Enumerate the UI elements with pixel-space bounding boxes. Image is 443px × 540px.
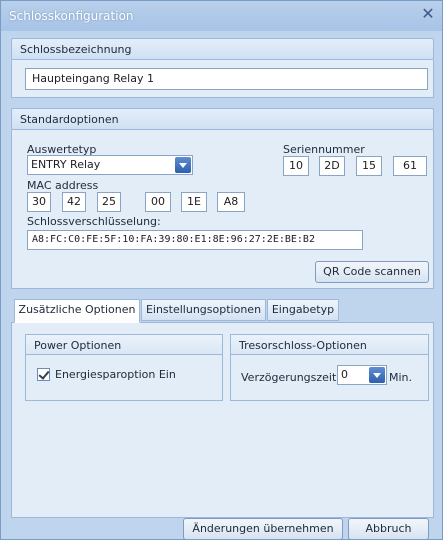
dialog-window: Schlosskonfiguration ✕ Schlossbezeichnun… bbox=[0, 0, 443, 540]
serial-byte[interactable]: 61 bbox=[393, 156, 427, 176]
mac-byte[interactable]: 25 bbox=[97, 192, 121, 212]
apply-changes-button[interactable]: Änderungen übernehmen bbox=[183, 518, 343, 540]
safe-options-group: Tresorschloss-Optionen bbox=[230, 334, 429, 401]
serial-byte[interactable]: 15 bbox=[356, 156, 382, 176]
delay-unit: Min. bbox=[389, 371, 413, 384]
mac-byte[interactable]: A8 bbox=[217, 192, 245, 212]
energy-save-label: Energiesparoption Ein bbox=[55, 368, 176, 381]
encryption-key-input[interactable]: A8:FC:C0:FE:5F:10:FA:39:80:E1:8E:96:27:2… bbox=[27, 230, 363, 250]
evaluation-type-value: ENTRY Relay bbox=[31, 158, 101, 171]
title-bar[interactable]: Schlosskonfiguration ✕ bbox=[1, 1, 442, 31]
close-icon[interactable]: ✕ bbox=[420, 6, 436, 22]
tab-settings-options[interactable]: Einstellungsoptionen bbox=[141, 299, 266, 321]
mac-byte[interactable]: 1E bbox=[181, 192, 207, 212]
window-title: Schlosskonfiguration bbox=[9, 9, 134, 23]
tab-additional-options[interactable]: Zusätzliche Optionen bbox=[14, 299, 140, 323]
evaluation-type-dropdown[interactable]: ENTRY Relay bbox=[27, 155, 193, 175]
mac-byte[interactable]: 00 bbox=[145, 192, 171, 212]
serial-byte[interactable]: 10 bbox=[283, 156, 309, 176]
power-options-header: Power Optionen bbox=[26, 335, 222, 355]
mac-byte[interactable]: 30 bbox=[27, 192, 51, 212]
chevron-down-icon[interactable] bbox=[369, 367, 385, 383]
lock-name-header: Schlossbezeichnung bbox=[11, 38, 434, 60]
safe-options-header: Tresorschloss-Optionen bbox=[231, 335, 428, 355]
cancel-button[interactable]: Abbruch bbox=[348, 518, 429, 540]
qr-scan-button[interactable]: QR Code scannen bbox=[315, 261, 429, 283]
energy-save-checkbox[interactable] bbox=[37, 368, 50, 381]
mac-label: MAC address bbox=[27, 179, 99, 192]
serial-byte[interactable]: 2D bbox=[319, 156, 345, 176]
chevron-down-icon[interactable] bbox=[175, 157, 191, 173]
standard-options-header: Standardoptionen bbox=[11, 108, 434, 130]
mac-byte[interactable]: 42 bbox=[62, 192, 86, 212]
encryption-label: Schlossverschlüsselung: bbox=[27, 215, 161, 228]
serial-label: Seriennummer bbox=[283, 143, 365, 156]
delay-label: Verzögerungszeit: bbox=[241, 371, 341, 384]
tab-input-type[interactable]: Eingabetyp bbox=[267, 299, 339, 321]
lock-name-input[interactable]: Haupteingang Relay 1 bbox=[25, 68, 428, 90]
delay-dropdown[interactable]: 0 bbox=[337, 365, 387, 385]
delay-value: 0 bbox=[341, 368, 348, 381]
